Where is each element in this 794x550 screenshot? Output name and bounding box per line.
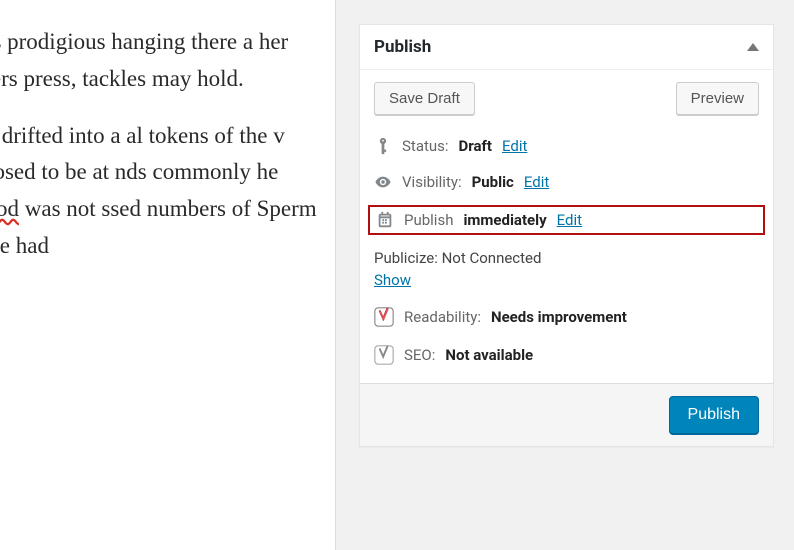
editor-paragraph[interactable]: hale's prodigious hanging there a her ma…	[0, 24, 335, 98]
readability-label: Readability:	[404, 308, 481, 326]
publish-panel: Publish Save Draft Preview Status: Draft…	[359, 24, 774, 447]
calendar-icon	[376, 211, 394, 229]
spell-error[interactable]: Pequod	[0, 196, 19, 221]
visibility-edit-link[interactable]: Edit	[524, 173, 549, 191]
eye-icon	[374, 173, 392, 191]
schedule-row: Publish immediately Edit	[368, 205, 765, 235]
publicize-show-link[interactable]: Show	[374, 271, 411, 289]
sidebar: Publish Save Draft Preview Status: Draft…	[336, 0, 794, 550]
panel-title: Publish	[374, 37, 431, 57]
save-draft-button[interactable]: Save Draft	[374, 82, 475, 115]
editor-content[interactable]: hale's prodigious hanging there a her ma…	[0, 24, 335, 265]
status-label: Status:	[402, 137, 449, 155]
collapse-icon[interactable]	[747, 43, 759, 51]
seo-value: Not available	[445, 346, 533, 364]
status-value: Draft	[459, 137, 492, 155]
preview-button[interactable]: Preview	[676, 82, 759, 115]
schedule-label: Publish	[404, 211, 453, 229]
publish-button[interactable]: Publish	[669, 396, 759, 434]
visibility-label: Visibility:	[402, 173, 462, 191]
seo-label: SEO:	[404, 346, 435, 364]
seo-row: SEO: Not available	[374, 341, 759, 369]
status-row: Status: Draft Edit	[374, 133, 759, 159]
schedule-value: immediately	[463, 211, 546, 229]
publish-panel-footer: Publish	[360, 383, 773, 446]
publish-panel-body: Save Draft Preview Status: Draft Edit Vi…	[360, 70, 773, 383]
visibility-value: Public	[472, 173, 514, 191]
yoast-readability-icon	[374, 307, 394, 327]
key-icon	[374, 137, 392, 155]
publicize-label: Publicize: Not Connected	[374, 249, 759, 267]
status-edit-link[interactable]: Edit	[502, 137, 527, 155]
readability-value: Needs improvement	[491, 308, 627, 326]
readability-row: Readability: Needs improvement	[374, 303, 759, 331]
publish-panel-header[interactable]: Publish	[360, 25, 773, 70]
editor-paragraph[interactable]: ually drifted into a al tokens of the v …	[0, 118, 335, 265]
schedule-edit-link[interactable]: Edit	[557, 211, 582, 229]
editor-area[interactable]: hale's prodigious hanging there a her ma…	[0, 0, 336, 550]
yoast-seo-icon	[374, 345, 394, 365]
visibility-row: Visibility: Public Edit	[374, 169, 759, 195]
